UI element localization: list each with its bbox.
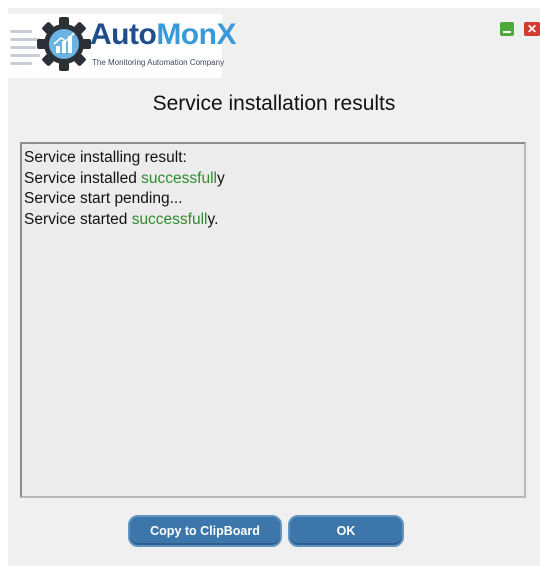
brand-name-part2: MonX: [156, 18, 236, 51]
result-text: Service start pending...: [24, 190, 183, 207]
brand-tagline: The Monitoring Automation Company: [92, 58, 225, 67]
result-line: Service started successfully.: [24, 210, 522, 231]
result-highlight: successfull: [141, 169, 217, 187]
result-line: Service installing result:: [24, 148, 522, 169]
result-line: Service start pending...: [24, 189, 522, 210]
result-text: Service installed: [24, 169, 142, 187]
copy-to-clipboard-button[interactable]: Copy to ClipBoard: [128, 515, 282, 547]
result-text: Service started: [24, 210, 132, 228]
close-button[interactable]: ✕: [524, 22, 540, 36]
ok-button[interactable]: OK: [288, 515, 404, 547]
brand-name: AutoMonX: [90, 18, 236, 52]
install-results-dialog: AutoMonX The Monitoring Automation Compa…: [8, 8, 540, 566]
result-text-end: y: [216, 169, 225, 187]
close-icon: ✕: [526, 22, 538, 36]
result-text-end: y.: [207, 210, 219, 228]
brand-name-part1: Auto: [90, 18, 157, 51]
result-highlight: successfull: [131, 210, 208, 228]
result-text: Service installing result:: [24, 149, 187, 166]
automonx-logo: AutoMonX The Monitoring Automation Compa…: [8, 14, 236, 78]
results-textbox[interactable]: Service installing result: Service insta…: [20, 142, 526, 498]
gear-icon: [37, 17, 91, 71]
dialog-title: Service installation results: [152, 92, 396, 115]
minimize-button[interactable]: [500, 22, 514, 36]
result-line: Service installed successfully: [24, 169, 522, 190]
